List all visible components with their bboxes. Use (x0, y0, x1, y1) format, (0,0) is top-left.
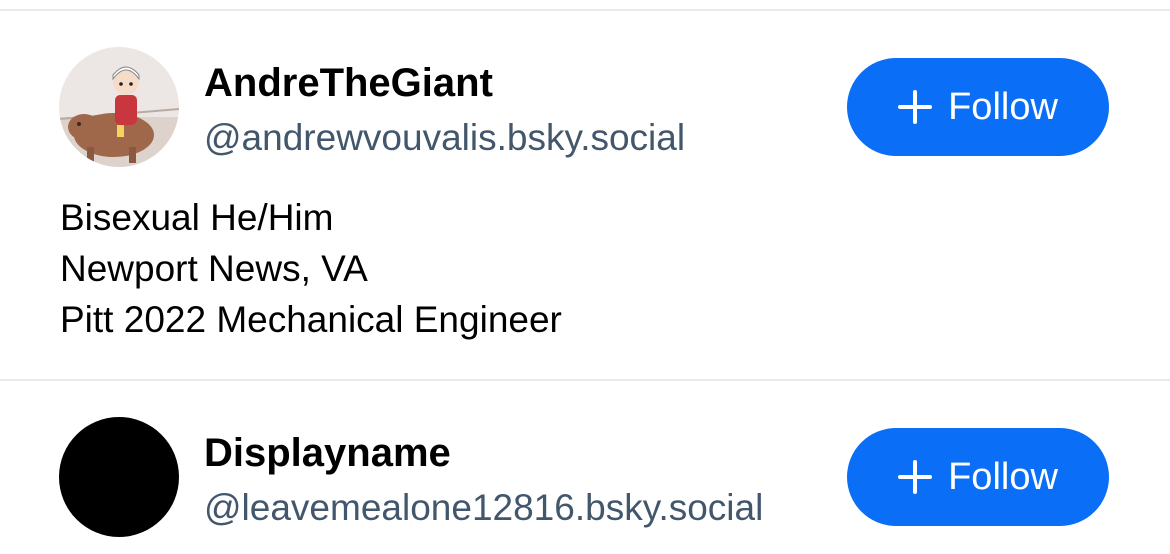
bio-line: Bisexual He/Him (60, 197, 334, 238)
follow-button[interactable]: Follow (847, 428, 1109, 526)
user-handle[interactable]: @leavemealone12816.bsky.social (204, 489, 763, 526)
bio-line: Pitt 2022 Mechanical Engineer (60, 299, 562, 340)
black-circle-avatar-icon (59, 417, 179, 537)
display-name[interactable]: AndreTheGiant (204, 63, 493, 103)
top-divider (0, 9, 1170, 11)
follow-button-label: Follow (948, 455, 1058, 498)
bio-line: Newport News, VA (60, 248, 368, 289)
user-handle[interactable]: @andrewvouvalis.bsky.social (204, 119, 685, 156)
plus-icon (898, 90, 933, 124)
user-bio: Bisexual He/Him Newport News, VA Pitt 20… (60, 192, 562, 345)
avatar[interactable] (59, 417, 179, 537)
capybara-rider-avatar-icon (59, 47, 179, 167)
avatar[interactable] (59, 47, 179, 167)
follow-button-label: Follow (948, 85, 1058, 128)
follow-button[interactable]: Follow (847, 58, 1109, 156)
display-name[interactable]: Displayname (204, 433, 451, 473)
card-divider (0, 379, 1170, 381)
plus-icon (898, 460, 933, 494)
